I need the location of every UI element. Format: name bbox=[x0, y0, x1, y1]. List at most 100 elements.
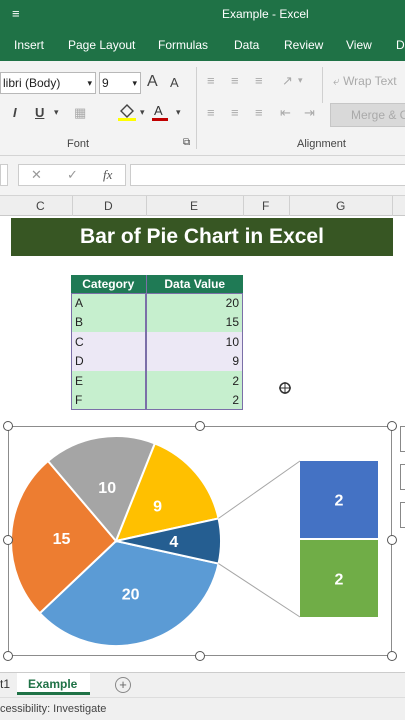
chart-filters-button[interactable] bbox=[400, 502, 405, 528]
sheet-tab[interactable]: t1 bbox=[0, 677, 10, 691]
column-header-c[interactable]: C bbox=[36, 199, 45, 213]
column-header-d[interactable]: D bbox=[104, 199, 113, 213]
sheet-tab-active[interactable]: Example bbox=[17, 673, 90, 695]
italic-button[interactable]: I bbox=[13, 105, 17, 120]
orientation-icon[interactable]: ↗ bbox=[282, 73, 293, 89]
column-header-e[interactable]: E bbox=[190, 199, 198, 213]
underline-button[interactable]: U bbox=[35, 105, 44, 120]
shrink-font-button[interactable]: A bbox=[170, 75, 179, 90]
resize-handle[interactable] bbox=[387, 535, 397, 545]
series-connector-line bbox=[218, 460, 301, 519]
fill-color-icon[interactable] bbox=[117, 102, 137, 125]
wrap-text-label: Wrap Text bbox=[343, 74, 397, 88]
merge-center-label: Merge & C bbox=[351, 108, 405, 122]
resize-handle[interactable] bbox=[195, 421, 205, 431]
pie-data-label: 4 bbox=[169, 534, 178, 551]
resize-handle[interactable] bbox=[195, 651, 205, 661]
chevron-down-icon[interactable]: ▾ bbox=[140, 107, 145, 118]
value-range-highlight bbox=[146, 293, 243, 410]
tab-formulas[interactable]: Formulas bbox=[158, 38, 208, 52]
chevron-down-icon: ▾ bbox=[132, 78, 137, 88]
resize-handle[interactable] bbox=[3, 651, 13, 661]
wrap-text-button[interactable]: ⤶ Wrap Text bbox=[333, 74, 397, 89]
insert-function-icon[interactable]: fx bbox=[103, 167, 112, 183]
accessibility-status[interactable]: cessibility: Investigate bbox=[0, 703, 106, 715]
title-banner[interactable]: Bar of Pie Chart in Excel bbox=[11, 218, 393, 256]
window-title: Example - Excel bbox=[222, 7, 309, 21]
grow-font-button[interactable]: A bbox=[147, 73, 158, 91]
title-bar: ≡ Example - Excel bbox=[0, 0, 405, 30]
font-size-value: 9 bbox=[102, 76, 109, 90]
increase-indent-icon[interactable]: ⇥ bbox=[304, 105, 315, 121]
font-group-label: Font bbox=[67, 138, 90, 150]
column-headers: C D E F G bbox=[0, 196, 405, 216]
formula-buttons: ✕ ✓ fx bbox=[18, 164, 126, 186]
header-data-value[interactable]: Data Value bbox=[146, 275, 243, 293]
chevron-down-icon[interactable]: ▾ bbox=[298, 75, 303, 86]
cursor-icon bbox=[278, 381, 292, 395]
formula-input[interactable] bbox=[130, 164, 405, 186]
cancel-icon[interactable]: ✕ bbox=[31, 167, 42, 183]
series-connector-line bbox=[218, 563, 301, 618]
tab-review[interactable]: Review bbox=[284, 38, 323, 52]
dialog-launcher-icon[interactable]: ⧉ bbox=[183, 137, 190, 148]
chart-styles-button[interactable] bbox=[400, 464, 405, 490]
font-name-select[interactable]: libri (Body) ▾ bbox=[0, 72, 96, 94]
table-header-row: Category Data Value bbox=[71, 275, 243, 293]
quick-access-menu-icon[interactable]: ≡ bbox=[12, 6, 20, 21]
chevron-down-icon[interactable]: ▾ bbox=[54, 107, 59, 118]
align-right-icon[interactable]: ≡ bbox=[255, 105, 263, 120]
decrease-indent-icon[interactable]: ⇤ bbox=[280, 105, 291, 121]
sheet-tab-label: Example bbox=[28, 677, 78, 691]
wrap-text-icon: ⤶ bbox=[333, 74, 344, 88]
resize-handle[interactable] bbox=[387, 651, 397, 661]
add-sheet-button[interactable]: + bbox=[115, 677, 131, 693]
column-header-g[interactable]: G bbox=[336, 199, 345, 213]
tab-view[interactable]: View bbox=[346, 38, 372, 52]
chart-svg: 20 15 10 9 4 2 2 bbox=[10, 435, 378, 647]
tab-insert[interactable]: Insert bbox=[14, 38, 44, 52]
formula-bar: ✕ ✓ fx bbox=[0, 156, 405, 196]
tab-page-layout[interactable]: Page Layout bbox=[68, 38, 135, 52]
bar-of-pie-chart[interactable]: 20 15 10 9 4 2 2 bbox=[8, 426, 392, 656]
borders-icon[interactable]: ▦ bbox=[74, 105, 86, 121]
sheet-tabs: t1 Example + bbox=[0, 672, 405, 697]
column-divider[interactable] bbox=[289, 196, 290, 216]
align-middle-icon[interactable]: ≡ bbox=[231, 73, 239, 88]
font-color-icon[interactable]: A bbox=[151, 102, 169, 125]
group-divider bbox=[322, 67, 323, 103]
font-name-value: libri (Body) bbox=[3, 76, 61, 90]
tab-developer[interactable]: D bbox=[396, 38, 405, 52]
status-bar: cessibility: Investigate bbox=[0, 697, 405, 720]
column-divider[interactable] bbox=[243, 196, 244, 216]
column-divider[interactable] bbox=[72, 196, 73, 216]
category-range-highlight bbox=[71, 293, 146, 410]
resize-handle[interactable] bbox=[387, 421, 397, 431]
align-bottom-icon[interactable]: ≡ bbox=[255, 73, 263, 88]
align-top-icon[interactable]: ≡ bbox=[207, 73, 215, 88]
pie-data-label: 9 bbox=[153, 499, 162, 516]
name-box[interactable] bbox=[0, 164, 8, 186]
tab-data[interactable]: Data bbox=[234, 38, 259, 52]
pie-data-label: 10 bbox=[98, 480, 116, 497]
font-size-select[interactable]: 9 ▾ bbox=[99, 72, 141, 94]
bar-data-label: 2 bbox=[335, 493, 344, 510]
svg-text:A: A bbox=[154, 103, 163, 118]
header-category[interactable]: Category bbox=[71, 275, 147, 293]
align-center-icon[interactable]: ≡ bbox=[231, 105, 239, 120]
pie-data-label: 20 bbox=[122, 587, 140, 604]
chevron-down-icon: ▾ bbox=[87, 78, 92, 88]
group-divider bbox=[196, 67, 197, 149]
chart-elements-button[interactable] bbox=[400, 426, 405, 452]
resize-handle[interactable] bbox=[3, 421, 13, 431]
column-header-f[interactable]: F bbox=[262, 199, 269, 213]
bar-data-label: 2 bbox=[335, 572, 344, 589]
enter-icon[interactable]: ✓ bbox=[67, 167, 78, 183]
merge-center-button[interactable]: Merge & C bbox=[330, 103, 405, 127]
column-divider[interactable] bbox=[392, 196, 393, 216]
chevron-down-icon[interactable]: ▾ bbox=[176, 107, 181, 118]
resize-handle[interactable] bbox=[3, 535, 13, 545]
alignment-group-label: Alignment bbox=[297, 138, 346, 150]
column-divider[interactable] bbox=[146, 196, 147, 216]
align-left-icon[interactable]: ≡ bbox=[207, 105, 215, 120]
